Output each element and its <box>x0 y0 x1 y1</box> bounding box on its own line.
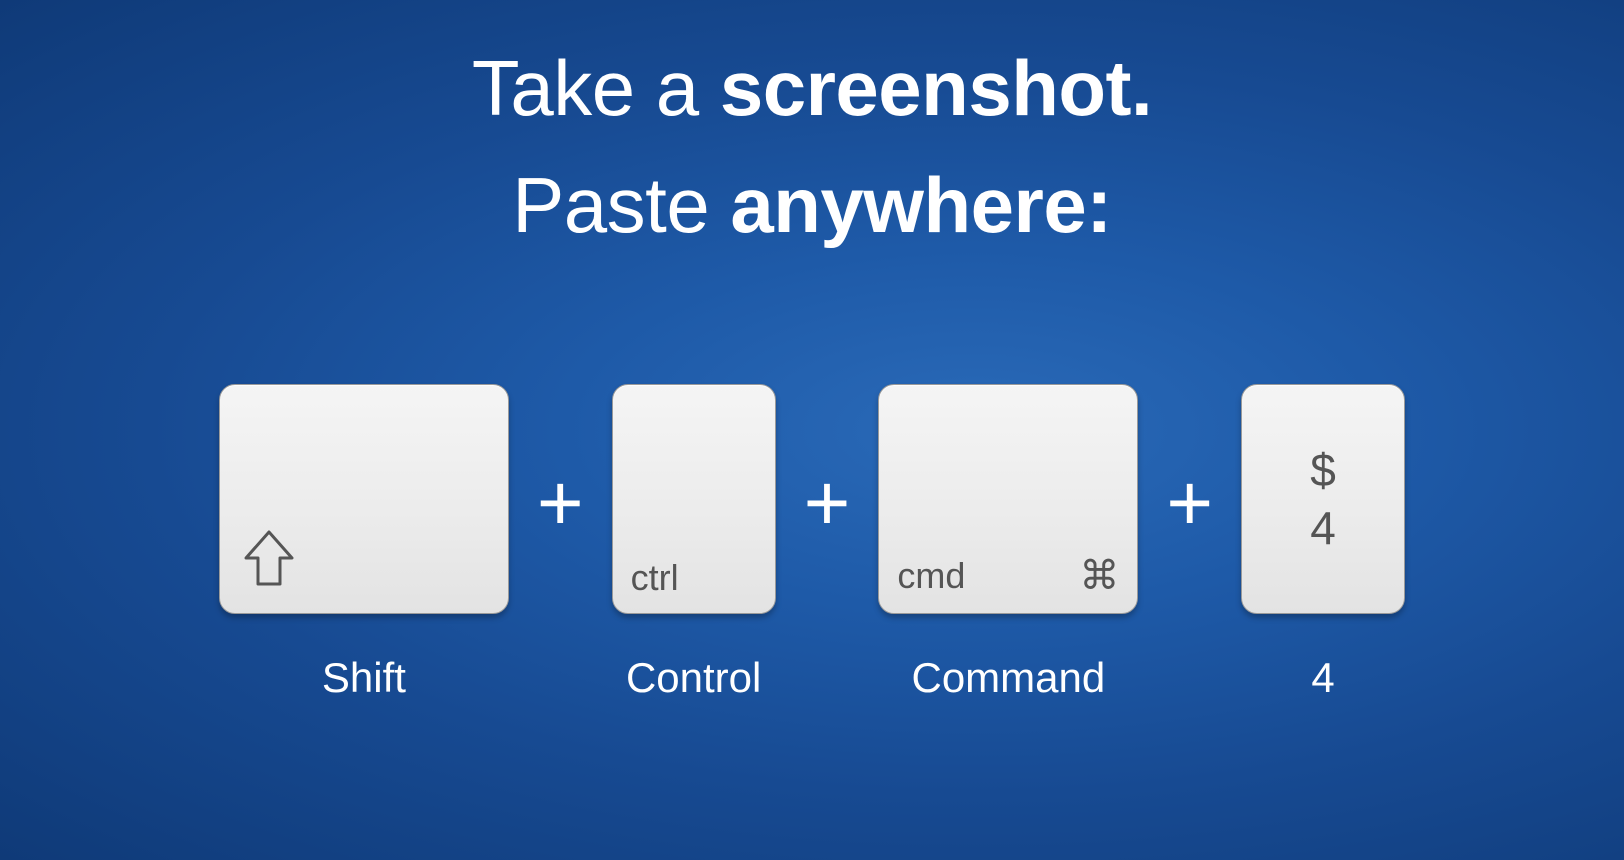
key-caption-four: 4 <box>1311 654 1334 702</box>
key-four-top: $ <box>1310 447 1336 493</box>
command-symbol-icon: ⌘ <box>1079 553 1119 599</box>
key-four: $ 4 <box>1241 384 1405 614</box>
key-caption-shift: Shift <box>322 654 406 702</box>
plus-separator: + <box>776 463 879 543</box>
heading-text: Take a screenshot. Paste anywhere: <box>0 30 1624 264</box>
key-group-control: ctrl Control <box>612 384 776 702</box>
key-control: ctrl <box>612 384 776 614</box>
heading-line2-bold: anywhere: <box>730 161 1111 249</box>
heading-line2-prefix: Paste <box>512 161 730 249</box>
heading: Take a screenshot. Paste anywhere: <box>0 0 1624 264</box>
heading-line1-bold: screenshot. <box>720 44 1152 132</box>
key-control-label: ctrl <box>631 557 679 599</box>
plus-separator: + <box>509 463 612 543</box>
key-shift <box>219 384 509 614</box>
key-command: cmd ⌘ <box>878 384 1138 614</box>
shift-arrow-icon <box>242 528 296 593</box>
key-group-four: $ 4 4 <box>1241 384 1405 702</box>
key-caption-control: Control <box>626 654 761 702</box>
key-group-shift: Shift <box>219 384 509 702</box>
key-group-command: cmd ⌘ Command <box>878 384 1138 702</box>
key-four-bottom: 4 <box>1310 505 1336 551</box>
key-command-label: cmd <box>897 555 965 597</box>
key-caption-command: Command <box>911 654 1105 702</box>
keyboard-shortcut-row: Shift + ctrl Control + cmd ⌘ Command + $… <box>0 384 1624 702</box>
plus-separator: + <box>1138 463 1241 543</box>
heading-line1-prefix: Take a <box>472 44 720 132</box>
